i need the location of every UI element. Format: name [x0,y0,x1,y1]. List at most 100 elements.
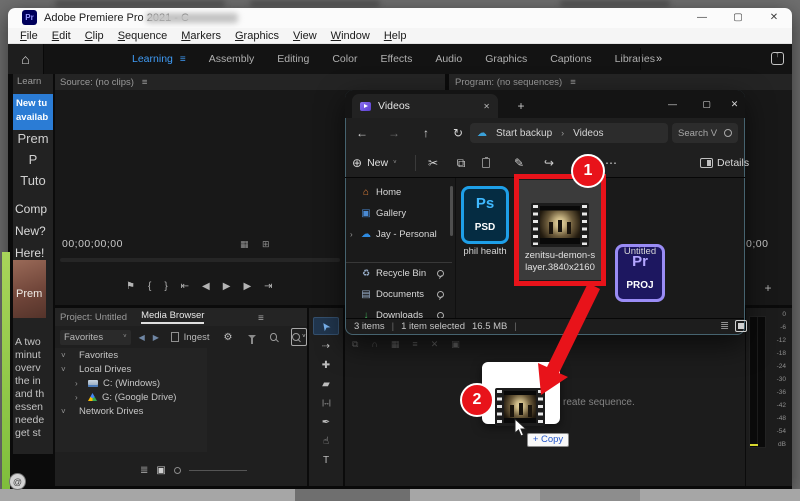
tree-item[interactable]: › C: (Windows) [55,376,307,390]
address-bar[interactable]: ☁ Start backup › Videos [470,123,668,143]
search-icon[interactable] [270,333,277,341]
thumbnail-view-icon[interactable]: ▣ [156,465,165,476]
menu-item[interactable]: Sequence [118,30,168,42]
transport-button-icon[interactable]: ⇥ [264,281,272,292]
workspace-tab[interactable]: Captions [550,53,591,65]
timeline-toolbar-icon[interactable]: ▣ [451,339,460,350]
workspace-tab[interactable]: Color [332,53,357,65]
close-button[interactable]: ✕ [756,8,792,28]
panel-tab[interactable]: Media Browser [141,310,205,324]
search-dropdown-button[interactable]: ˅ [290,328,307,346]
transport-button-icon[interactable]: { [148,281,151,292]
tool-button[interactable]: T [314,452,338,468]
tool-button[interactable]: ✚ [314,357,338,373]
new-button[interactable]: ⊕ New ˅ [352,148,397,178]
program-panel-header[interactable]: Program: (no sequences) ≡ [449,74,792,90]
menu-item[interactable]: Window [331,30,370,42]
menu-item[interactable]: File [20,30,38,42]
file-label[interactable]: Untitled [610,246,670,257]
breadcrumb-start-backup[interactable]: Start backup [496,128,552,139]
zoom-slider-knob[interactable] [173,466,181,474]
tree-item[interactable]: ˅ Network Drives [55,404,307,418]
workspace-tab[interactable]: Effects [380,53,412,65]
chevron-icon[interactable]: › [75,379,83,388]
details-button[interactable]: Details [717,148,749,178]
tab-close-icon[interactable]: ✕ [483,102,490,111]
menu-item[interactable]: Help [384,30,407,42]
assistant-icon[interactable]: @ [9,473,26,490]
ingest-checkbox[interactable] [170,332,179,342]
chevron-icon[interactable]: ˅ [61,407,69,416]
up-icon[interactable]: ↑ [416,118,436,148]
icons-view-icon[interactable] [735,320,747,332]
timeline-toolbar-icon[interactable]: ✕ [431,339,439,350]
timeline-toolbar-icon[interactable]: ≡ [412,339,417,349]
chevron-icon[interactable]: ˅ [61,351,69,360]
timeline-toolbar-icon[interactable]: ⧉ [352,339,358,350]
zoom-slider-track[interactable] [188,469,247,471]
tool-button[interactable]: ➤ [313,317,339,335]
wrench-icon[interactable]: ⚙ [224,332,233,343]
tree-item[interactable]: ˅ Favorites [55,348,307,362]
copy-icon[interactable]: ⧉ [452,148,470,178]
panel-menu-icon[interactable]: ≡ [258,308,264,326]
explorer-minimize-button[interactable]: — [660,90,685,118]
back-icon[interactable]: ◀ [139,333,145,342]
minimize-button[interactable]: — [684,8,720,28]
menu-item[interactable]: Edit [52,30,71,42]
panel-menu-icon[interactable]: ≡ [570,77,576,88]
workspace-tab[interactable]: Audio [435,53,462,65]
details-pane-icon[interactable] [700,158,713,168]
source-panel-header[interactable]: Source: (no clips) ≡ [55,74,445,90]
workspace-tab[interactable]: Graphics [485,53,527,65]
tool-button[interactable]: ⇢ [314,338,338,354]
filter-icon[interactable] [248,335,257,344]
home-icon[interactable]: ⌂ [8,44,44,74]
sidebar-item[interactable]: Home [346,182,452,203]
sidebar-item[interactable]: Gallery [346,203,452,224]
add-button[interactable]: + [760,280,776,296]
tool-button[interactable]: ☝ [314,433,338,449]
fit-icon[interactable]: ▦ [240,239,249,250]
workspace-tab[interactable]: Learning ≡ [132,53,186,65]
file-label[interactable]: phil health [455,246,515,257]
breadcrumb-videos[interactable]: Videos [573,128,603,139]
tab-learn[interactable]: Learn [17,74,57,90]
source-scrubber[interactable] [60,258,340,262]
new-tutorials-badge[interactable]: New tu availab [13,94,53,130]
timeline-toolbar-icon[interactable]: ∩ [371,339,377,349]
tutorial-thumbnail[interactable]: Prem [13,260,46,318]
sidebar-item[interactable]: › Jay - Personal [346,224,452,245]
details-view-icon[interactable]: ≣ [720,320,729,332]
tree-item[interactable]: › G: (Google Drive) [55,390,307,404]
settings-icon[interactable]: ⊞ [262,239,270,250]
tree-item[interactable]: ˅ Local Drives [55,362,307,376]
transport-button-icon[interactable]: ◀ [202,281,210,292]
chevron-icon[interactable]: › [350,230,356,239]
tool-button[interactable]: ✒ [314,414,338,430]
menu-item[interactable]: Markers [181,30,221,42]
panel-menu-icon[interactable]: ≡ [180,54,186,65]
cut-icon[interactable]: ✂ [424,148,442,178]
tool-button[interactable]: |↔| [314,395,338,411]
explorer-tab[interactable]: Videos ✕ [352,94,498,118]
panel-tab[interactable]: Project: Untitled [60,312,127,323]
forward-icon[interactable]: → [384,118,404,148]
explorer-close-button[interactable]: ✕ [722,90,747,118]
paste-icon[interactable] [482,157,490,168]
tool-button[interactable]: ▰ [314,376,338,392]
timeline-toolbar-icon[interactable]: ▦ [391,339,400,350]
chevron-icon[interactable]: ˅ [61,365,69,374]
panel-menu-icon[interactable]: ≡ [142,77,148,88]
search-input[interactable]: Search V [672,123,738,143]
workspace-overflow-button[interactable]: » [648,44,670,74]
menu-item[interactable]: Clip [85,30,104,42]
export-icon[interactable] [771,49,784,65]
menu-item[interactable]: View [293,30,317,42]
new-tab-button[interactable]: + [512,97,530,115]
forward-icon[interactable]: ▶ [153,333,159,342]
chevron-icon[interactable]: › [75,393,83,402]
favorites-dropdown[interactable]: Favorites ˅ [60,329,131,345]
refresh-icon[interactable]: ↻ [448,118,468,148]
explorer-maximize-button[interactable]: ▢ [694,90,719,118]
